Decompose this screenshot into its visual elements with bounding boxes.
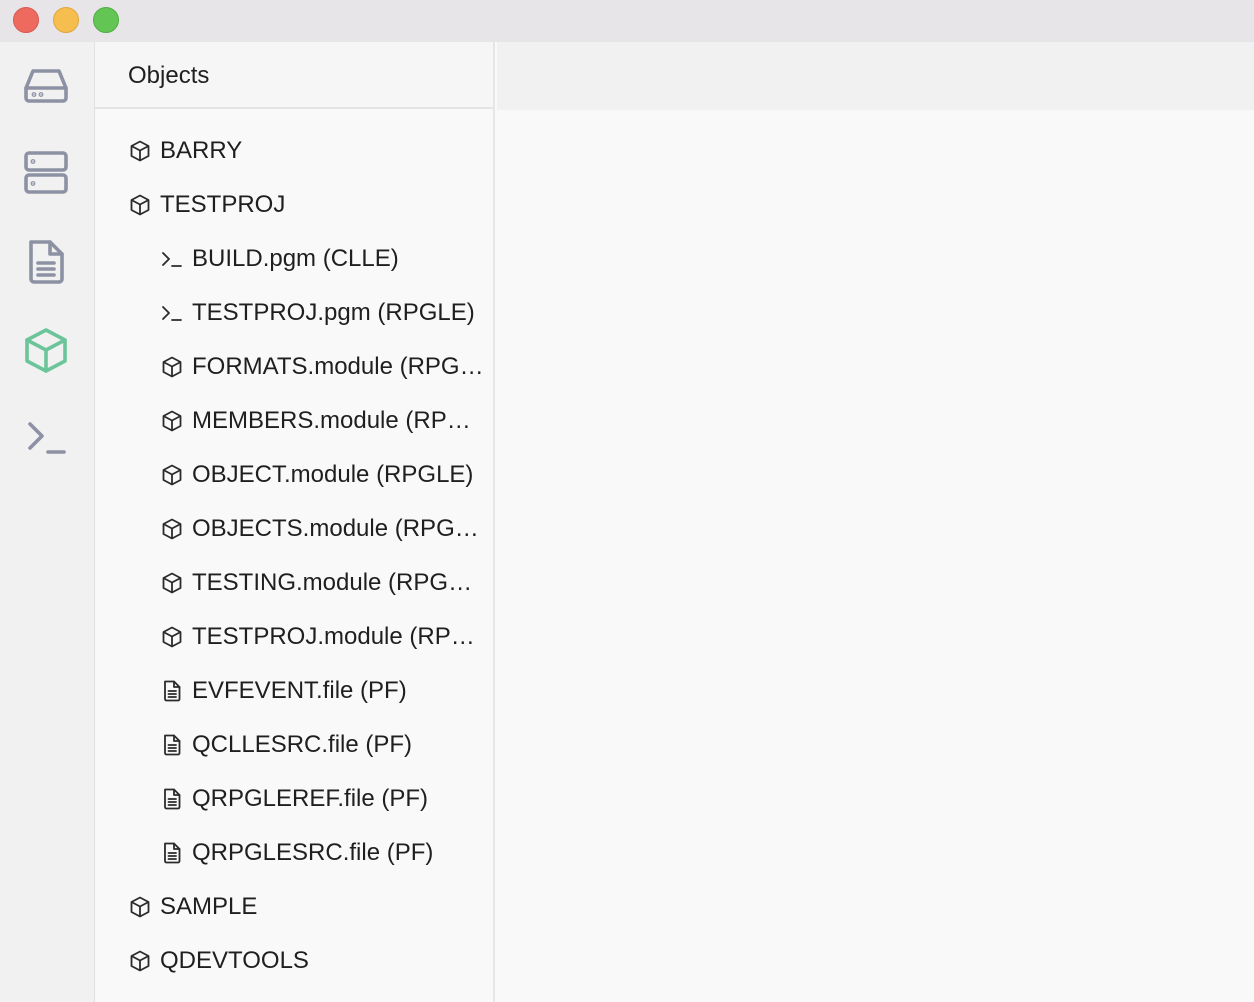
cube-icon xyxy=(160,517,184,541)
tree-item-label: QRPGLESRC.file (PF) xyxy=(192,839,434,866)
cube-icon xyxy=(160,463,184,487)
sidebar-title: Objects xyxy=(128,62,210,89)
editor-tab-bar xyxy=(497,42,1254,110)
tree-item-program[interactable]: TESTPROJ.pgm (RPGLE) xyxy=(95,286,493,340)
cube-icon[interactable] xyxy=(22,326,70,374)
tree-item-label: QRPGLEREF.file (PF) xyxy=(192,785,429,812)
tree-item-label: QCLLESRC.file (PF) xyxy=(192,731,413,758)
tree-item-file[interactable]: EVFEVENT.file (PF) xyxy=(95,664,493,718)
tree-item-module[interactable]: TESTING.module (RPGLE) xyxy=(95,556,493,610)
tree-item-label: TESTPROJ.module (RPGLE) xyxy=(192,623,484,650)
tree-item-file[interactable]: QCLLESRC.file (PF) xyxy=(95,718,493,772)
document-icon[interactable] xyxy=(22,238,70,286)
cube-icon xyxy=(160,355,184,379)
terminal-icon[interactable] xyxy=(22,414,70,462)
cube-icon xyxy=(128,139,152,163)
tree-item-library[interactable]: SAMPLE xyxy=(95,880,493,934)
objects-sidebar: Objects BARRY TESTPROJ BUILD.pgm (CLLE) xyxy=(95,42,495,1002)
sidebar-header: Objects xyxy=(95,42,493,109)
tree-item-label: OBJECTS.module (RPGLE) xyxy=(192,515,484,542)
tree-item-library[interactable]: TESTPROJ xyxy=(95,178,493,232)
tree-item-module[interactable]: MEMBERS.module (RPGLE) xyxy=(95,394,493,448)
tree-item-label: TESTPROJ.pgm (RPGLE) xyxy=(192,299,475,326)
tree-item-label: FORMATS.module (RPGLE) xyxy=(192,353,484,380)
window-close-button[interactable] xyxy=(13,7,39,33)
cube-icon xyxy=(160,409,184,433)
cube-icon xyxy=(160,571,184,595)
tree-item-module[interactable]: TESTPROJ.module (RPGLE) xyxy=(95,610,493,664)
tree-item-module[interactable]: OBJECTS.module (RPGLE) xyxy=(95,502,493,556)
tree-item-program[interactable]: BUILD.pgm (CLLE) xyxy=(95,232,493,286)
drive-icon[interactable] xyxy=(22,62,70,110)
file-icon xyxy=(160,733,184,757)
tree-item-label: TESTING.module (RPGLE) xyxy=(192,569,484,596)
file-icon xyxy=(160,787,184,811)
server-icon[interactable] xyxy=(22,148,70,196)
cube-icon xyxy=(128,895,152,919)
tree-item-library[interactable]: QDEVTOOLS xyxy=(95,934,493,988)
tree-item-label: BARRY xyxy=(160,137,243,164)
tree-item-label: OBJECT.module (RPGLE) xyxy=(192,461,474,488)
cube-icon xyxy=(128,949,152,973)
terminal-icon xyxy=(160,247,184,271)
tree-item-label: QDEVTOOLS xyxy=(160,947,309,974)
tree-item-file[interactable]: QRPGLEREF.file (PF) xyxy=(95,772,493,826)
terminal-icon xyxy=(160,301,184,325)
editor-area xyxy=(497,110,1254,1002)
cube-icon xyxy=(160,625,184,649)
window-minimize-button[interactable] xyxy=(53,7,79,33)
file-icon xyxy=(160,679,184,703)
tree-item-file[interactable]: QRPGLESRC.file (PF) xyxy=(95,826,493,880)
activity-bar xyxy=(0,42,95,1002)
tree-item-module[interactable]: OBJECT.module (RPGLE) xyxy=(95,448,493,502)
file-icon xyxy=(160,841,184,865)
tree-item-label: BUILD.pgm (CLLE) xyxy=(192,245,399,272)
tree-item-library[interactable]: BARRY xyxy=(95,124,493,178)
window-maximize-button[interactable] xyxy=(93,7,119,33)
title-bar xyxy=(0,0,1254,42)
tree-item-label: MEMBERS.module (RPGLE) xyxy=(192,407,484,434)
cube-icon xyxy=(128,193,152,217)
tree-item-module[interactable]: FORMATS.module (RPGLE) xyxy=(95,340,493,394)
tree-item-label: TESTPROJ xyxy=(160,191,286,218)
tree-item-label: EVFEVENT.file (PF) xyxy=(192,677,407,704)
tree-item-label: SAMPLE xyxy=(160,893,258,920)
